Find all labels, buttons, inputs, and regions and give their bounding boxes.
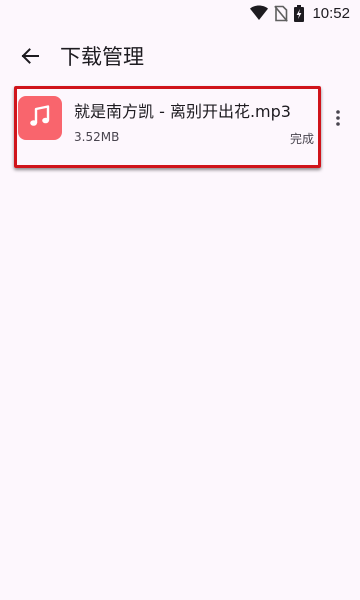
file-name: 就是南方凯 - 离别开出花.mp3 xyxy=(74,102,291,121)
more-options-button[interactable] xyxy=(330,108,346,132)
download-manager-screen: 10:52 下载管理 就是南方凯 - 离别开出花.mp3 3.52MB 完成 xyxy=(0,0,360,600)
file-size: 3.52MB xyxy=(74,130,120,144)
wifi-icon xyxy=(250,5,269,21)
music-note-icon xyxy=(27,103,53,133)
page-title: 下载管理 xyxy=(60,45,144,69)
music-file-icon xyxy=(18,96,62,140)
status-clock: 10:52 xyxy=(312,4,350,22)
battery-charging-icon xyxy=(294,4,305,22)
back-button[interactable] xyxy=(12,40,48,76)
status-icons: 10:52 xyxy=(250,3,350,23)
no-sim-icon xyxy=(274,5,289,22)
download-list-item[interactable]: 就是南方凯 - 离别开出花.mp3 3.52MB 完成 xyxy=(0,86,360,170)
download-status: 完成 xyxy=(290,132,315,146)
status-bar: 10:52 xyxy=(0,0,360,26)
app-bar: 下载管理 xyxy=(0,30,360,86)
arrow-back-icon xyxy=(21,48,39,68)
more-vert-icon xyxy=(336,110,340,130)
